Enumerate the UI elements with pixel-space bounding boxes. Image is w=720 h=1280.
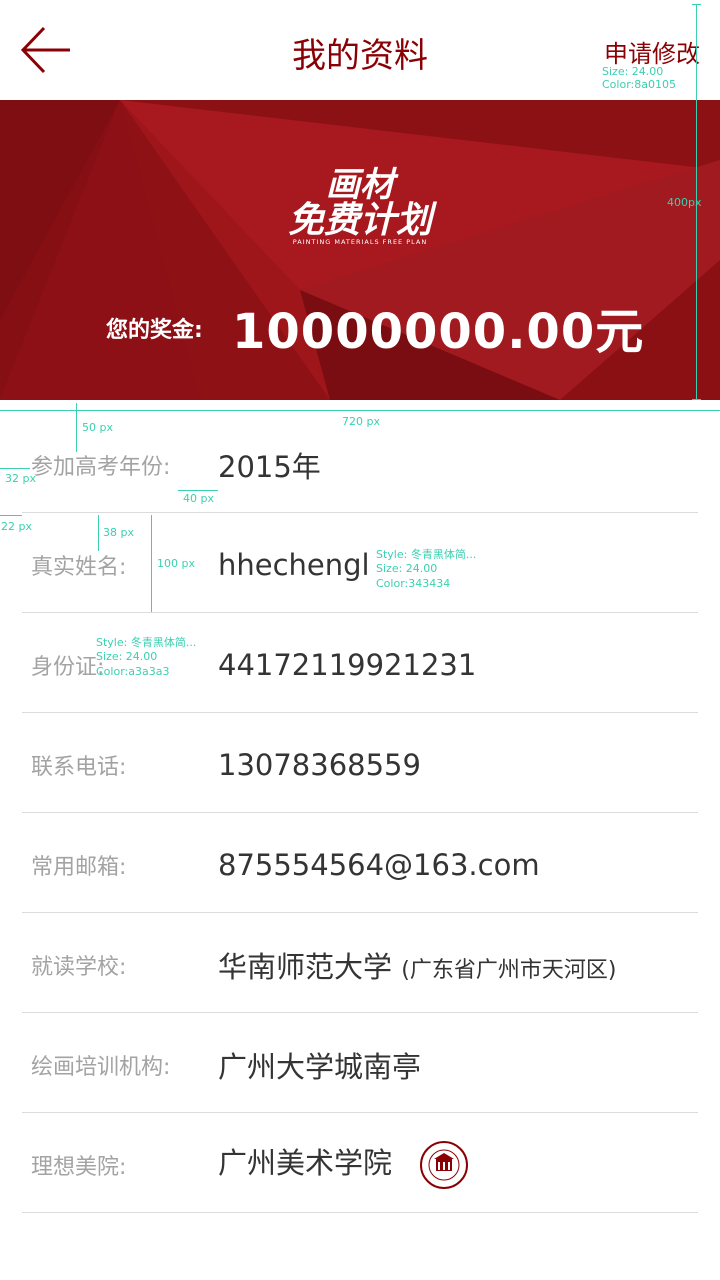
painting-materials-free-plan-logo: 画材 免费计划 PAINTING MATERIALS FREE PLAN bbox=[288, 165, 438, 246]
field-label: 真实姓名: bbox=[31, 555, 127, 580]
field-label: 绘画培训机构: bbox=[31, 1055, 171, 1080]
field-label: 身份证: bbox=[31, 655, 105, 680]
list-item-school: 就读学校: 华南师范大学 (广东省广州市天河区) bbox=[0, 913, 720, 1013]
profile-page: 我的资料 申请修改 Size: 24.00 Color:8a0105 画材 免费… bbox=[0, 0, 720, 1280]
list-item-id-card: 身份证: 44172119921231 bbox=[0, 613, 720, 713]
prize-label: 您的奖金: bbox=[106, 318, 203, 343]
academy-name: 广州美术学院 bbox=[218, 1146, 393, 1180]
field-value: 华南师范大学 (广东省广州市天河区) bbox=[218, 944, 616, 986]
annotation-height-400: 400px bbox=[667, 196, 702, 209]
school-name: 华南师范大学 bbox=[218, 950, 393, 984]
profile-list: 参加高考年份: 2015年 真实姓名: hhechengl 身份证: 44172… bbox=[0, 400, 720, 1213]
field-value: hhechengl bbox=[218, 548, 370, 582]
divider bbox=[22, 1212, 698, 1213]
field-value: 广州美术学院 bbox=[218, 1140, 469, 1190]
field-label: 常用邮箱: bbox=[31, 855, 127, 880]
apply-edit-button[interactable]: 申请修改 bbox=[604, 34, 700, 69]
field-label: 理想美院: bbox=[31, 1155, 127, 1180]
field-label: 参加高考年份: bbox=[31, 455, 171, 480]
prize-banner: 画材 免费计划 PAINTING MATERIALS FREE PLAN 您的奖… bbox=[0, 100, 720, 400]
list-item-phone: 联系电话: 13078368559 bbox=[0, 713, 720, 813]
list-item-email: 常用邮箱: 875554564@163.com bbox=[0, 813, 720, 913]
field-value: 2015年 bbox=[218, 450, 321, 484]
field-label: 就读学校: bbox=[31, 955, 127, 980]
header: 我的资料 申请修改 Size: 24.00 Color:8a0105 bbox=[0, 0, 720, 100]
list-item-ideal-academy: 理想美院: 广州美术学院 bbox=[0, 1113, 720, 1213]
svg-text:PAINTING MATERIALS FREE PLAN: PAINTING MATERIALS FREE PLAN bbox=[293, 238, 427, 246]
svg-text:画材: 画材 bbox=[326, 165, 399, 205]
field-value: 13078368559 bbox=[218, 748, 421, 782]
school-location: (广东省广州市天河区) bbox=[401, 958, 617, 983]
field-value: 875554564@163.com bbox=[218, 848, 540, 882]
list-item-real-name: 真实姓名: hhechengl bbox=[0, 513, 720, 613]
svg-text:免费计划: 免费计划 bbox=[288, 200, 438, 241]
field-value: 广州大学城南亭 bbox=[218, 1050, 422, 1084]
annotation-color: Color:8a0105 bbox=[602, 78, 676, 91]
measure-tick bbox=[692, 4, 701, 5]
annotation-size: Size: 24.00 bbox=[602, 65, 664, 78]
list-item-training-institution: 绘画培训机构: 广州大学城南亭 bbox=[0, 1013, 720, 1113]
field-label: 联系电话: bbox=[31, 755, 127, 780]
list-item-exam-year: 参加高考年份: 2015年 bbox=[0, 400, 720, 513]
academy-emblem-icon bbox=[420, 1141, 469, 1189]
field-value: 44172119921231 bbox=[218, 648, 477, 682]
prize-value: 10000000.00元 bbox=[232, 304, 645, 360]
